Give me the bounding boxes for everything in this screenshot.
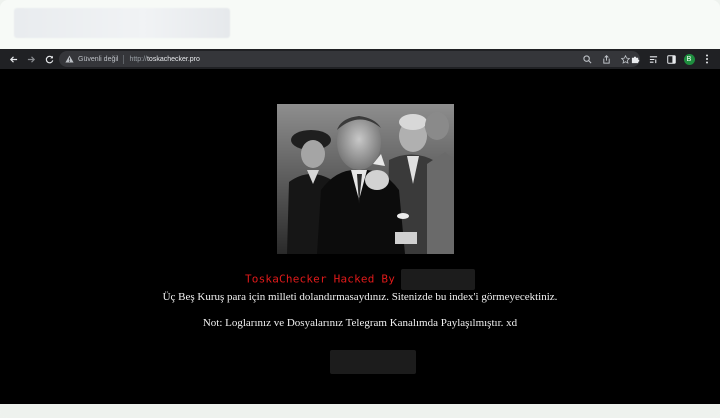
address-bar[interactable]: Güvenli değil http://toskachecker.pro (59, 51, 640, 67)
profile-avatar[interactable]: B (682, 52, 696, 66)
blurred-tab-area (14, 8, 230, 38)
historic-photo (277, 104, 454, 254)
profile-initial: B (683, 53, 695, 65)
redacted-name (401, 269, 476, 290)
page-viewport: ToskaChecker Hacked By Üç Beş Kuruş para… (0, 69, 720, 404)
url-protocol: http:// (129, 55, 147, 63)
side-panel-icon[interactable] (664, 52, 678, 66)
forward-arrow-icon (27, 55, 35, 63)
share-icon[interactable] (599, 52, 613, 66)
back-arrow-icon (9, 55, 17, 63)
reload-icon (45, 55, 53, 63)
photo-illustration (277, 104, 454, 254)
message-line-1: Üç Beş Kuruş para için milleti dolandırm… (162, 291, 558, 303)
url-text[interactable]: http://toskachecker.pro (129, 56, 199, 63)
headline-text: ToskaChecker Hacked By (244, 272, 396, 286)
screenshot-frame: Güvenli değil http://toskachecker.pro B … (0, 0, 720, 418)
navigation-buttons (4, 50, 58, 68)
warning-triangle-icon[interactable] (65, 54, 75, 64)
security-status-label[interactable]: Güvenli değil (78, 56, 118, 63)
forward-button[interactable] (22, 50, 40, 68)
reading-list-icon[interactable] (646, 52, 660, 66)
omnibox-separator (123, 54, 125, 64)
browser-menu-icon[interactable] (700, 52, 714, 66)
browser-toolbar: Güvenli değil http://toskachecker.pro B (0, 49, 720, 69)
reload-button[interactable] (40, 50, 58, 68)
redacted-block (330, 350, 416, 374)
toolbar-right-icons: B (628, 50, 714, 68)
message-line-2: Not: Loglarınız ve Dosyalarınız Telegram… (202, 317, 518, 329)
zoom-icon[interactable] (580, 52, 594, 66)
back-button[interactable] (4, 50, 22, 68)
window-bottom-edge (0, 404, 720, 418)
extensions-puzzle-icon[interactable] (628, 52, 642, 66)
url-host: toskachecker.pro (146, 55, 200, 63)
omnibox-actions (580, 51, 632, 67)
hacked-headline: ToskaChecker Hacked By (0, 269, 720, 290)
